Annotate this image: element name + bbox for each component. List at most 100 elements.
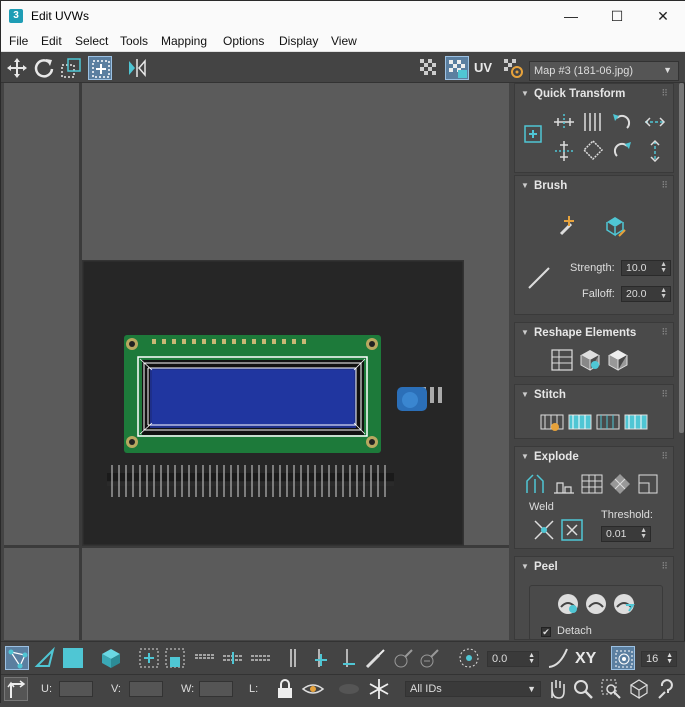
align-horizontal-center-icon[interactable]: [551, 110, 577, 134]
rollout-title[interactable]: Quick Transform: [534, 88, 625, 100]
flatten-by-material-icon[interactable]: [579, 471, 605, 497]
help-icon[interactable]: [655, 677, 679, 701]
unhide-icon[interactable]: [337, 677, 361, 701]
space-horizontal-icon[interactable]: [580, 110, 606, 134]
polygon-select-icon[interactable]: [61, 646, 85, 670]
minimize-button[interactable]: —: [548, 1, 594, 31]
threshold-spinner[interactable]: 0.01 ▲ ▼: [601, 526, 651, 542]
menu-view[interactable]: View: [331, 34, 357, 48]
stitch-to-source-icon[interactable]: [623, 409, 649, 435]
weld-selected-icon[interactable]: [531, 517, 557, 543]
collapse-arrow-icon[interactable]: ▼: [521, 562, 529, 571]
grab-brush-icon[interactable]: [555, 212, 583, 240]
break-icon[interactable]: [523, 471, 549, 497]
close-button[interactable]: ✕: [640, 1, 685, 31]
grip-icon[interactable]: ⠿: [661, 451, 668, 462]
zoom-extents-icon[interactable]: [627, 677, 651, 701]
align-element-icon[interactable]: [605, 347, 631, 373]
freeform-gizmo-icon[interactable]: [523, 124, 543, 144]
u-field[interactable]: [59, 681, 93, 697]
pan-hand-icon[interactable]: [545, 677, 569, 701]
vertex-select-icon[interactable]: [5, 646, 29, 670]
space-vertical-icon[interactable]: [580, 138, 606, 162]
peel-mode-icon[interactable]: [583, 591, 609, 617]
freeze-icon[interactable]: [367, 677, 391, 701]
collapse-arrow-icon[interactable]: ▼: [521, 390, 529, 399]
uv-axis-toggle[interactable]: UV: [474, 56, 498, 80]
reset-peel-icon[interactable]: [611, 591, 637, 617]
shrink-selection-icon[interactable]: [163, 646, 187, 670]
strength-spinner[interactable]: 10.0 ▲ ▼: [621, 260, 671, 276]
grip-icon[interactable]: ⠿: [661, 389, 668, 400]
grip-icon[interactable]: ⠿: [661, 180, 668, 191]
maximize-button[interactable]: ☐: [594, 1, 640, 31]
zoom-icon[interactable]: [571, 677, 595, 701]
panel-scrollbar[interactable]: [679, 83, 684, 433]
hide-icon[interactable]: [301, 677, 325, 701]
ring-shrink-icon[interactable]: [281, 646, 305, 670]
collapse-arrow-icon[interactable]: ▼: [521, 328, 529, 337]
stitch-to-target-icon[interactable]: [567, 409, 593, 435]
menu-tools[interactable]: Tools: [120, 34, 148, 48]
spinner-arrows-icon[interactable]: ▲ ▼: [660, 287, 667, 300]
falloff-curve-icon[interactable]: [546, 646, 570, 670]
collapse-arrow-icon[interactable]: ▼: [521, 181, 529, 190]
collapse-arrow-icon[interactable]: ▼: [521, 89, 529, 98]
rotate-ccw-icon[interactable]: [609, 110, 635, 134]
rollout-title[interactable]: Reshape Elements: [534, 327, 636, 339]
flatten-by-smoothing-icon[interactable]: [551, 471, 577, 497]
v-field[interactable]: [129, 681, 163, 697]
show-map-icon[interactable]: [445, 56, 469, 80]
soft-selection-spinner[interactable]: 0.0 ▲ ▼: [487, 651, 539, 667]
paint-select-icon[interactable]: [363, 646, 387, 670]
straighten-selection-icon[interactable]: [549, 347, 575, 373]
zoom-region-icon[interactable]: [599, 677, 623, 701]
lock-icon[interactable]: [273, 677, 297, 701]
ring-select-icon[interactable]: [249, 646, 273, 670]
stitch-custom-icon[interactable]: [539, 409, 565, 435]
detach-checkbox[interactable]: ✔: [541, 627, 551, 637]
grip-icon[interactable]: ⠿: [661, 88, 668, 99]
menu-file[interactable]: File: [9, 34, 28, 48]
freeform-icon[interactable]: [88, 56, 112, 80]
flatten-by-polygon-angle-icon[interactable]: [607, 471, 633, 497]
falloff-spinner[interactable]: 20.0 ▲ ▼: [621, 286, 671, 302]
ring-grow-icon[interactable]: [309, 646, 333, 670]
align-vertical-center-icon[interactable]: [551, 138, 577, 162]
align-to-edge-icon[interactable]: [642, 110, 668, 134]
menu-display[interactable]: Display: [279, 34, 318, 48]
pixel-snap-icon[interactable]: [611, 646, 635, 670]
xy-space-toggle[interactable]: XY: [575, 650, 596, 668]
flatten-custom-icon[interactable]: [635, 471, 661, 497]
grid-size-spinner[interactable]: 16 ▲ ▼: [641, 651, 677, 667]
stitch-to-average-icon[interactable]: [595, 409, 621, 435]
transform-mode-icon[interactable]: [4, 677, 28, 701]
map-settings-icon[interactable]: [501, 56, 525, 80]
rollout-title[interactable]: Explode: [534, 451, 579, 463]
menu-edit[interactable]: Edit: [41, 34, 62, 48]
spinner-arrows-icon[interactable]: ▲ ▼: [666, 652, 673, 665]
grip-icon[interactable]: ⠿: [661, 561, 668, 572]
loop-select-icon[interactable]: [193, 646, 217, 670]
spinner-arrows-icon[interactable]: ▲ ▼: [640, 527, 647, 540]
brush-line-icon[interactable]: [525, 264, 553, 292]
quick-peel-icon[interactable]: [555, 591, 581, 617]
align-vertical-edge-icon[interactable]: [642, 138, 668, 162]
edge-select-icon[interactable]: [33, 646, 57, 670]
rollout-title[interactable]: Stitch: [534, 389, 566, 401]
grow-selection-icon[interactable]: [137, 646, 161, 670]
soft-selection-icon[interactable]: [457, 646, 481, 670]
collapse-arrow-icon[interactable]: ▼: [521, 452, 529, 461]
ring-reduce-icon[interactable]: [337, 646, 361, 670]
rollout-title[interactable]: Peel: [534, 561, 558, 573]
material-id-select[interactable]: All IDs ▼: [405, 681, 541, 697]
checker-icon[interactable]: [417, 56, 441, 80]
element-select-icon[interactable]: [99, 646, 123, 670]
menu-select[interactable]: Select: [75, 34, 108, 48]
relax-brush-icon[interactable]: [601, 212, 629, 240]
rotate-cw-icon[interactable]: [609, 138, 635, 162]
scale-icon[interactable]: [59, 56, 83, 80]
menu-options[interactable]: Options: [223, 34, 264, 48]
spinner-arrows-icon[interactable]: ▲ ▼: [528, 652, 535, 665]
paint-shrink-icon[interactable]: [417, 646, 441, 670]
